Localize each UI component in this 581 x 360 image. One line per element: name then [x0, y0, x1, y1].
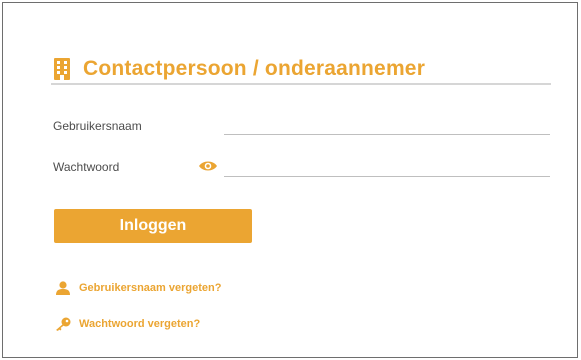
password-label: Wachtwoord: [53, 160, 120, 174]
login-button[interactable]: Inloggen: [54, 209, 252, 243]
forgot-password-link[interactable]: Wachtwoord vergeten?: [54, 316, 200, 332]
key-icon: [54, 316, 72, 332]
login-panel: Contactpersoon / onderaannemer Gebruiker…: [2, 2, 578, 358]
username-field[interactable]: [224, 113, 550, 135]
eye-icon[interactable]: [198, 159, 218, 173]
building-icon: [51, 56, 73, 82]
forgot-password-label: Wachtwoord vergeten?: [79, 318, 201, 330]
panel-header: Contactpersoon / onderaannemer: [51, 55, 551, 85]
password-field[interactable]: [224, 155, 550, 177]
user-icon: [54, 280, 72, 296]
page-title: Contactpersoon / onderaannemer: [83, 57, 426, 80]
forgot-username-label: Gebruikersnaam vergeten?: [79, 282, 222, 294]
username-label: Gebruikersnaam: [53, 119, 142, 133]
forgot-username-link[interactable]: Gebruikersnaam vergeten?: [54, 280, 221, 296]
